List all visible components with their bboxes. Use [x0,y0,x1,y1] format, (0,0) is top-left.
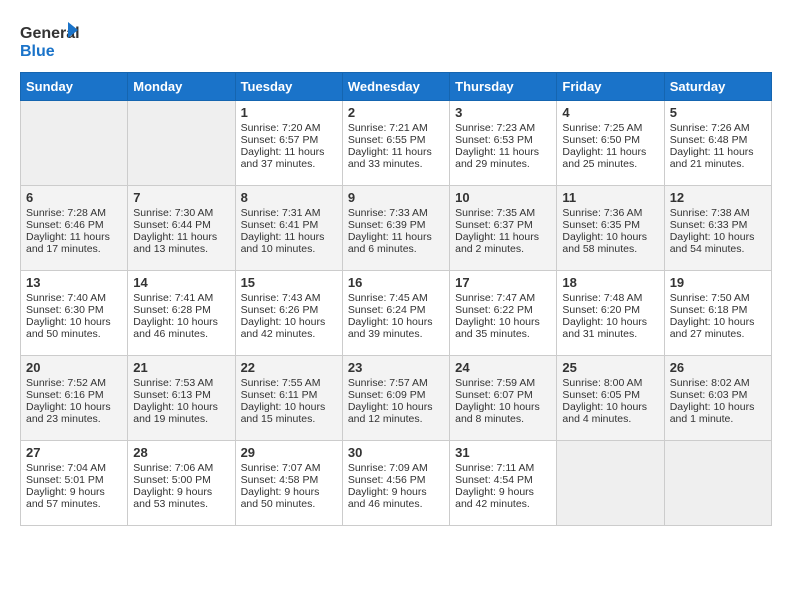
day-number: 31 [455,445,551,460]
day-number: 14 [133,275,229,290]
calendar-table: SundayMondayTuesdayWednesdayThursdayFrid… [20,72,772,526]
week-row-5: 27Sunrise: 7:04 AMSunset: 5:01 PMDayligh… [21,441,772,526]
calendar-cell: 24Sunrise: 7:59 AMSunset: 6:07 PMDayligh… [450,356,557,441]
calendar-cell: 5Sunrise: 7:26 AMSunset: 6:48 PMDaylight… [664,101,771,186]
day-number: 20 [26,360,122,375]
calendar-cell: 23Sunrise: 7:57 AMSunset: 6:09 PMDayligh… [342,356,449,441]
day-header-friday: Friday [557,73,664,101]
calendar-cell [21,101,128,186]
calendar-cell: 15Sunrise: 7:43 AMSunset: 6:26 PMDayligh… [235,271,342,356]
calendar-cell: 6Sunrise: 7:28 AMSunset: 6:46 PMDaylight… [21,186,128,271]
calendar-cell: 28Sunrise: 7:06 AMSunset: 5:00 PMDayligh… [128,441,235,526]
calendar-cell [557,441,664,526]
day-number: 29 [241,445,337,460]
calendar-cell [664,441,771,526]
day-number: 2 [348,105,444,120]
week-row-4: 20Sunrise: 7:52 AMSunset: 6:16 PMDayligh… [21,356,772,441]
calendar-cell: 18Sunrise: 7:48 AMSunset: 6:20 PMDayligh… [557,271,664,356]
day-number: 3 [455,105,551,120]
day-header-tuesday: Tuesday [235,73,342,101]
header-row: SundayMondayTuesdayWednesdayThursdayFrid… [21,73,772,101]
calendar-cell: 26Sunrise: 8:02 AMSunset: 6:03 PMDayligh… [664,356,771,441]
day-number: 27 [26,445,122,460]
calendar-cell: 19Sunrise: 7:50 AMSunset: 6:18 PMDayligh… [664,271,771,356]
calendar-cell: 11Sunrise: 7:36 AMSunset: 6:35 PMDayligh… [557,186,664,271]
calendar-cell: 14Sunrise: 7:41 AMSunset: 6:28 PMDayligh… [128,271,235,356]
day-number: 28 [133,445,229,460]
calendar-cell: 29Sunrise: 7:07 AMSunset: 4:58 PMDayligh… [235,441,342,526]
calendar-cell: 3Sunrise: 7:23 AMSunset: 6:53 PMDaylight… [450,101,557,186]
calendar-cell: 4Sunrise: 7:25 AMSunset: 6:50 PMDaylight… [557,101,664,186]
calendar-cell: 27Sunrise: 7:04 AMSunset: 5:01 PMDayligh… [21,441,128,526]
day-number: 25 [562,360,658,375]
calendar-cell: 13Sunrise: 7:40 AMSunset: 6:30 PMDayligh… [21,271,128,356]
day-number: 30 [348,445,444,460]
day-number: 18 [562,275,658,290]
day-number: 12 [670,190,766,205]
week-row-3: 13Sunrise: 7:40 AMSunset: 6:30 PMDayligh… [21,271,772,356]
day-header-wednesday: Wednesday [342,73,449,101]
day-number: 24 [455,360,551,375]
day-number: 13 [26,275,122,290]
calendar-cell [128,101,235,186]
svg-text:Blue: Blue [20,43,55,60]
calendar-cell: 7Sunrise: 7:30 AMSunset: 6:44 PMDaylight… [128,186,235,271]
day-header-thursday: Thursday [450,73,557,101]
day-number: 6 [26,190,122,205]
week-row-1: 1Sunrise: 7:20 AMSunset: 6:57 PMDaylight… [21,101,772,186]
calendar-cell: 10Sunrise: 7:35 AMSunset: 6:37 PMDayligh… [450,186,557,271]
day-number: 23 [348,360,444,375]
day-number: 1 [241,105,337,120]
calendar-cell: 22Sunrise: 7:55 AMSunset: 6:11 PMDayligh… [235,356,342,441]
calendar-cell: 1Sunrise: 7:20 AMSunset: 6:57 PMDaylight… [235,101,342,186]
day-number: 11 [562,190,658,205]
calendar-cell: 2Sunrise: 7:21 AMSunset: 6:55 PMDaylight… [342,101,449,186]
day-number: 8 [241,190,337,205]
calendar-cell: 31Sunrise: 7:11 AMSunset: 4:54 PMDayligh… [450,441,557,526]
day-number: 9 [348,190,444,205]
day-number: 19 [670,275,766,290]
header: GeneralBlue [20,20,772,62]
day-header-monday: Monday [128,73,235,101]
day-number: 26 [670,360,766,375]
day-number: 7 [133,190,229,205]
calendar-cell: 8Sunrise: 7:31 AMSunset: 6:41 PMDaylight… [235,186,342,271]
week-row-2: 6Sunrise: 7:28 AMSunset: 6:46 PMDaylight… [21,186,772,271]
logo: GeneralBlue [20,20,80,62]
day-header-saturday: Saturday [664,73,771,101]
day-number: 4 [562,105,658,120]
day-number: 5 [670,105,766,120]
calendar-cell: 16Sunrise: 7:45 AMSunset: 6:24 PMDayligh… [342,271,449,356]
day-number: 22 [241,360,337,375]
calendar-cell: 17Sunrise: 7:47 AMSunset: 6:22 PMDayligh… [450,271,557,356]
day-number: 17 [455,275,551,290]
day-number: 15 [241,275,337,290]
logo-svg: GeneralBlue [20,20,80,62]
calendar-cell: 12Sunrise: 7:38 AMSunset: 6:33 PMDayligh… [664,186,771,271]
calendar-cell: 25Sunrise: 8:00 AMSunset: 6:05 PMDayligh… [557,356,664,441]
calendar-cell: 20Sunrise: 7:52 AMSunset: 6:16 PMDayligh… [21,356,128,441]
day-number: 10 [455,190,551,205]
day-number: 16 [348,275,444,290]
day-number: 21 [133,360,229,375]
calendar-cell: 21Sunrise: 7:53 AMSunset: 6:13 PMDayligh… [128,356,235,441]
calendar-cell: 9Sunrise: 7:33 AMSunset: 6:39 PMDaylight… [342,186,449,271]
calendar-cell: 30Sunrise: 7:09 AMSunset: 4:56 PMDayligh… [342,441,449,526]
day-header-sunday: Sunday [21,73,128,101]
